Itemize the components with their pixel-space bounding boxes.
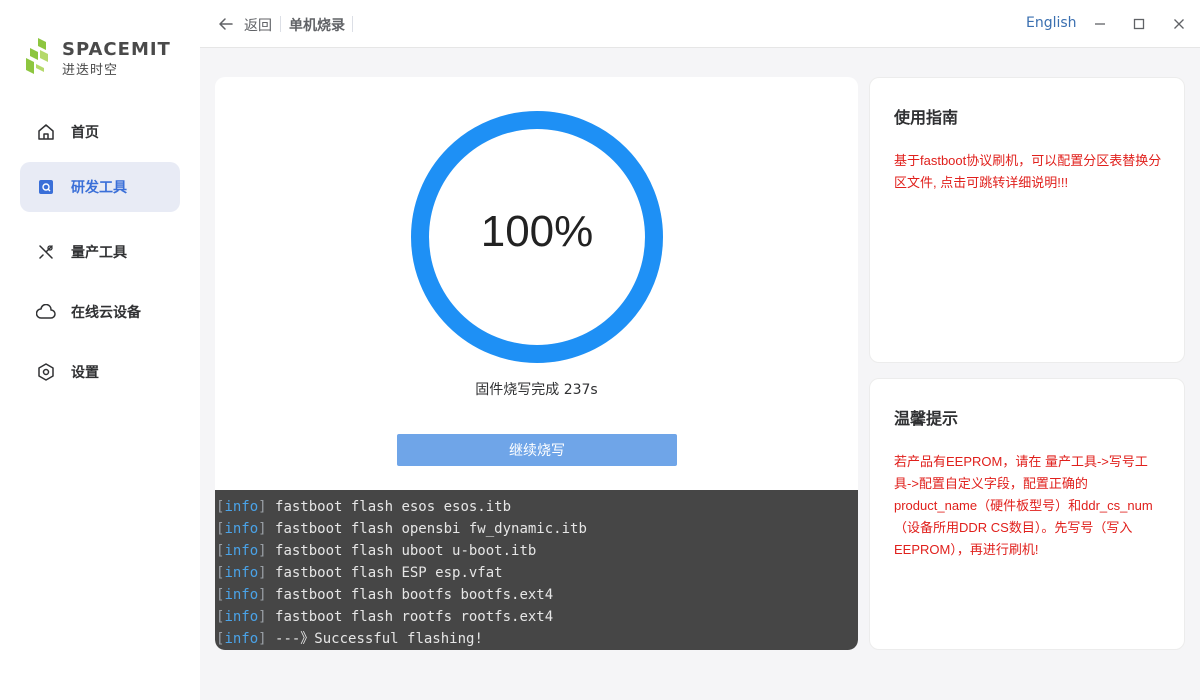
log-level: info	[224, 499, 259, 515]
maximize-icon	[1133, 18, 1145, 30]
settings-icon	[36, 362, 56, 382]
guide-title: 使用指南	[894, 108, 959, 127]
log-line: [info] fastboot flash ESP esp.vfat	[215, 562, 858, 584]
close-icon	[1174, 19, 1184, 29]
log-bracket: ]	[258, 521, 276, 537]
sidebar-item-production-tools[interactable]: 量产工具	[20, 227, 180, 277]
sidebar-item-label: 研发工具	[71, 180, 127, 196]
log-bracket: ]	[258, 499, 276, 515]
log-line: [info] ---》Successful flashing!	[215, 628, 858, 650]
log-text: ---》Successful flashing!	[275, 631, 483, 647]
minimize-icon	[1095, 23, 1105, 25]
tips-body: 若产品有EEPROM，请在 量产工具->写号工具->配置自定义字段，配置正确的p…	[894, 454, 1153, 557]
top-bar: 返回 单机烧录 English	[200, 0, 1200, 48]
sidebar-item-label: 量产工具	[71, 245, 127, 261]
log-text: fastboot flash ESP esp.vfat	[275, 565, 503, 581]
log-level: info	[224, 631, 259, 647]
log-text: fastboot flash rootfs rootfs.ext4	[275, 609, 554, 625]
flash-status: 固件烧写完成 237s	[475, 382, 598, 398]
log-console[interactable]: [info] fastboot flash esos esos.itb [info…	[215, 490, 858, 650]
log-bracket: ]	[258, 609, 276, 625]
dev-tools-icon	[36, 177, 56, 197]
guide-body[interactable]: 基于fastboot协议刷机，可以配置分区表替换分区文件, 点击可跳转详细说明!…	[894, 150, 1164, 194]
brand-name: SPACEMIT	[62, 39, 171, 60]
minimize-button[interactable]	[1090, 14, 1110, 34]
sidebar-item-settings[interactable]: 设置	[20, 347, 180, 397]
divider	[352, 16, 353, 32]
sidebar-item-home[interactable]: 首页	[20, 107, 180, 157]
log-text: fastboot flash opensbi fw_dynamic.itb	[275, 521, 587, 537]
tools-icon	[36, 242, 56, 262]
logo: SPACEMIT 进迭时空	[26, 36, 176, 80]
log-text: fastboot flash uboot u-boot.itb	[275, 543, 537, 559]
back-button[interactable]: 返回	[244, 15, 272, 35]
page-title: 单机烧录	[289, 18, 345, 34]
guide-card: 使用指南 基于fastboot协议刷机，可以配置分区表替换分区文件, 点击可跳转…	[869, 77, 1185, 363]
log-level: info	[224, 587, 259, 603]
sidebar-item-label: 在线云设备	[71, 305, 141, 321]
log-line: [info] fastboot flash rootfs rootfs.ext4	[215, 606, 858, 628]
log-level: info	[224, 609, 259, 625]
flash-progress-panel: 100% 固件烧写完成 237s 继续烧写 [info] fastboot fl…	[215, 77, 858, 650]
divider	[280, 16, 281, 32]
log-level: info	[224, 521, 259, 537]
log-text: fastboot flash esos esos.itb	[275, 499, 512, 515]
sidebar-item-label: 设置	[71, 365, 99, 381]
brand-subtitle: 进迭时空	[62, 63, 119, 78]
progress-percent: 100%	[480, 207, 594, 256]
cloud-icon	[36, 302, 56, 322]
language-switch[interactable]: English	[1026, 15, 1077, 31]
log-text: fastboot flash bootfs bootfs.ext4	[275, 587, 554, 603]
log-line: [info] fastboot flash uboot u-boot.itb	[215, 540, 858, 562]
continue-flash-button[interactable]: 继续烧写	[397, 434, 677, 466]
back-arrow-icon[interactable]	[216, 14, 236, 34]
sidebar-item-dev-tools[interactable]: 研发工具	[20, 162, 180, 212]
log-line: [info] fastboot flash bootfs bootfs.ext4	[215, 584, 858, 606]
log-line: [info] fastboot flash esos esos.itb	[215, 496, 858, 518]
log-level: info	[224, 543, 259, 559]
tips-card: 温馨提示 若产品有EEPROM，请在 量产工具->写号工具->配置自定义字段，配…	[869, 378, 1185, 650]
log-lines: [info] fastboot flash esos esos.itb [info…	[215, 496, 858, 650]
log-level: info	[224, 565, 259, 581]
tips-title: 温馨提示	[894, 409, 959, 428]
log-bracket: ]	[258, 631, 276, 647]
spacemit-logo-icon	[26, 38, 48, 74]
sidebar-item-cloud-devices[interactable]: 在线云设备	[20, 287, 180, 337]
log-bracket: ]	[258, 587, 276, 603]
maximize-button[interactable]	[1129, 14, 1149, 34]
close-button[interactable]	[1169, 14, 1189, 34]
log-bracket: ]	[258, 543, 276, 559]
log-bracket: ]	[258, 565, 276, 581]
sidebar-item-label: 首页	[71, 125, 99, 141]
sidebar: SPACEMIT 进迭时空 首页 研发工具 量产工具 在线云设备 设置	[0, 0, 200, 700]
home-icon	[36, 122, 56, 142]
log-line: [info] fastboot flash opensbi fw_dynamic…	[215, 518, 858, 540]
